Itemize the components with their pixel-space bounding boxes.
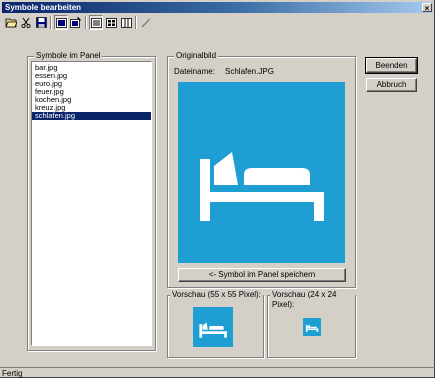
save-symbol-to-panel-button[interactable]: <- Symbol im Panel speichern	[178, 268, 346, 282]
original-image-preview	[178, 82, 345, 263]
close-icon: ×	[424, 4, 430, 13]
save-button[interactable]	[34, 15, 48, 30]
preview-24-label: Vorschau (24 x 24 Pixel):	[270, 290, 355, 310]
toolbar-separator	[85, 16, 87, 29]
cancel-button[interactable]: Abbruch	[366, 78, 417, 92]
original-image-label: Originalbild	[174, 51, 219, 61]
open-folder-icon	[5, 18, 17, 28]
cut-icon	[21, 17, 31, 28]
toolbar-separator	[135, 16, 137, 29]
grid-view-icon	[105, 17, 117, 28]
status-text: Fertig	[2, 369, 23, 378]
cut-button[interactable]	[19, 15, 33, 30]
image-icon	[55, 17, 67, 28]
preview-55-image	[193, 307, 233, 347]
image-select-button[interactable]	[69, 15, 83, 30]
preview-55-label: Vorschau (55 x 55 Pixel):	[170, 290, 263, 300]
symbols-list[interactable]: bar.jpg essen.jpg euro.jpg feuer.jpg koc…	[31, 61, 152, 346]
columns-view-button[interactable]	[119, 15, 133, 30]
close-dialog-button[interactable]: Beenden	[365, 57, 418, 74]
toolbar-separator	[50, 16, 52, 29]
open-folder-button[interactable]	[4, 15, 18, 30]
wand-button[interactable]	[139, 15, 153, 30]
title-bar[interactable]: Symbole bearbeiten ×	[2, 2, 433, 13]
preview-24-image	[303, 318, 321, 336]
list-item-selected[interactable]: schlafen.jpg	[32, 112, 151, 120]
status-bar: Fertig	[0, 367, 435, 378]
grid-view-button[interactable]	[104, 15, 118, 30]
dialog-window: Symbole bearbeiten × Symbole im Panel ba…	[0, 0, 435, 378]
wand-icon	[141, 17, 152, 28]
image-view-button[interactable]	[54, 15, 68, 30]
close-window-button[interactable]: ×	[422, 3, 432, 13]
bed-icon	[200, 152, 324, 221]
filename-label: Dateiname:	[174, 67, 215, 76]
columns-view-icon	[120, 17, 132, 28]
bed-icon	[305, 324, 319, 332]
bed-icon	[199, 322, 227, 338]
save-icon	[35, 17, 47, 28]
list-view-button[interactable]	[89, 15, 103, 30]
list-view-icon	[90, 17, 102, 28]
toolbar	[4, 15, 204, 33]
image-select-icon	[70, 17, 81, 28]
symbols-panel-label: Symbole im Panel	[34, 51, 103, 61]
window-title: Symbole bearbeiten	[5, 3, 82, 12]
filename-value: Schlafen.JPG	[225, 67, 274, 76]
